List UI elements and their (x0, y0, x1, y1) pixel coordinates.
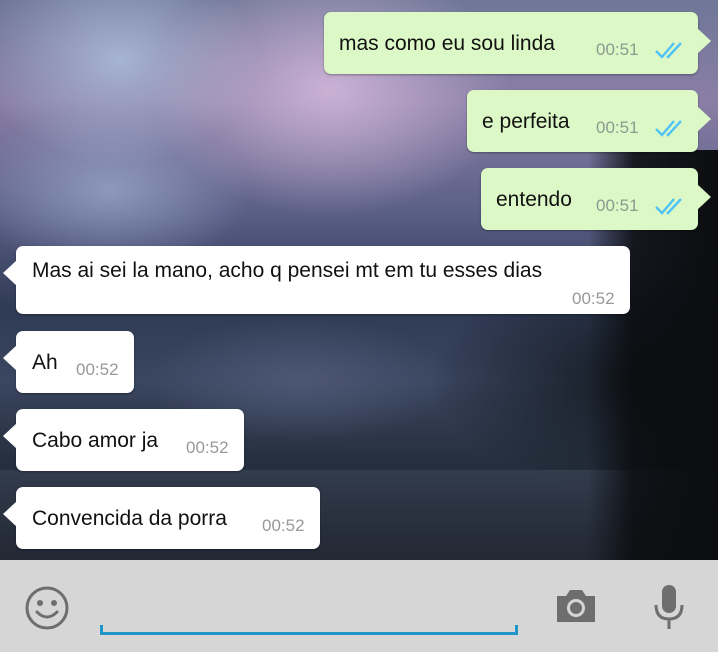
message-time: 00:52 (572, 289, 615, 308)
message-bubble-incoming[interactable]: Convencida da porra 00:52 (3, 487, 320, 549)
message-input[interactable] (100, 625, 518, 635)
message-time: 00:52 (76, 360, 119, 379)
camera-icon[interactable] (553, 586, 599, 626)
message-bubble-outgoing[interactable]: mas como eu sou linda 00:51 (324, 12, 711, 74)
message-time: 00:52 (262, 516, 305, 535)
message-composer (0, 560, 718, 652)
message-text: Mas ai sei la mano, acho q pensei mt em … (32, 259, 543, 282)
message-time: 00:51 (596, 118, 639, 137)
message-time: 00:51 (596, 196, 639, 215)
message-bubble-outgoing[interactable]: e perfeita 00:51 (467, 90, 711, 152)
message-text: Convencida da porra (32, 507, 227, 530)
message-text: mas como eu sou linda (339, 32, 555, 55)
message-bubble-incoming[interactable]: Mas ai sei la mano, acho q pensei mt em … (3, 246, 630, 314)
message-text: Cabo amor ja (32, 429, 159, 452)
read-receipt-icon (654, 196, 688, 216)
message-time: 00:52 (186, 438, 229, 457)
message-bubble-incoming[interactable]: Cabo amor ja 00:52 (3, 409, 244, 471)
message-text: entendo (496, 188, 572, 211)
message-bubble-outgoing[interactable]: entendo 00:51 (481, 168, 711, 230)
smiley-icon[interactable] (24, 585, 70, 631)
message-time: 00:51 (596, 40, 639, 59)
read-receipt-icon (654, 40, 688, 60)
read-receipt-icon (654, 118, 688, 138)
message-text: Ah (32, 351, 58, 374)
microphone-icon[interactable] (652, 583, 686, 633)
message-text: e perfeita (482, 110, 570, 133)
message-bubble-incoming[interactable]: Ah 00:52 (3, 331, 134, 393)
